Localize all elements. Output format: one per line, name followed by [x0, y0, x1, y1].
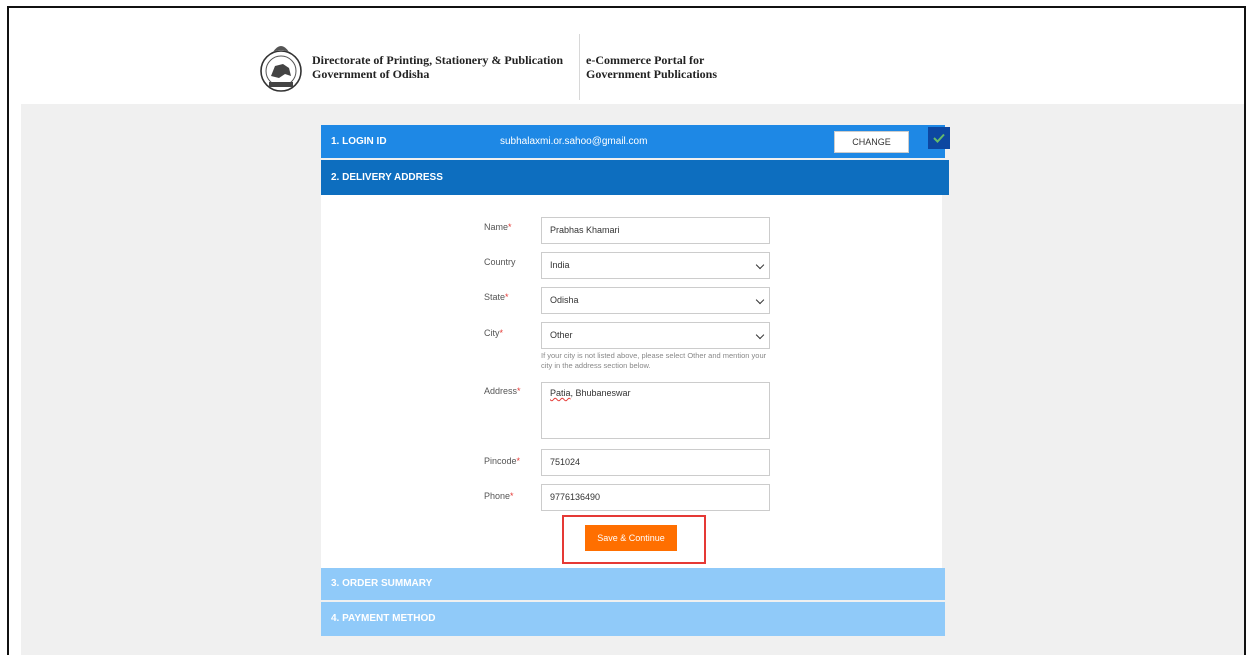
chevron-down-icon: [755, 330, 765, 340]
city-value: Other: [550, 330, 573, 340]
required-mark: *: [505, 292, 509, 302]
highlight-box: [562, 515, 706, 564]
organization-name: Directorate of Printing, Stationery & Pu…: [312, 53, 563, 81]
address-textarea[interactable]: Patia, Bhubaneswar: [541, 382, 770, 439]
org-title: Directorate of Printing, Stationery & Pu…: [312, 53, 564, 67]
state-label-text: State: [484, 292, 506, 302]
header-divider: [579, 34, 580, 100]
city-label-text: City: [484, 328, 500, 338]
city-label: City*: [484, 328, 503, 338]
step-order-summary-label: 3. ORDER SUMMARY: [331, 578, 433, 589]
change-login-button[interactable]: CHANGE: [834, 131, 909, 153]
pincode-input[interactable]: 751024: [541, 449, 770, 476]
country-label: Country: [484, 257, 516, 267]
country-value: India: [550, 260, 570, 270]
step-delivery-address[interactable]: 2. DELIVERY ADDRESS: [321, 160, 949, 195]
name-input[interactable]: Prabhas Khamari: [541, 217, 770, 244]
address-spellcheck-word: Patia: [550, 388, 571, 398]
required-mark: *: [510, 491, 514, 501]
browser-frame: Directorate of Printing, Stationery & Pu…: [7, 6, 1246, 655]
city-select[interactable]: Other: [541, 322, 770, 349]
state-select[interactable]: Odisha: [541, 287, 770, 314]
site-header: Directorate of Printing, Stationery & Pu…: [9, 8, 1244, 104]
phone-label-text: Phone: [484, 491, 511, 501]
address-label: Address*: [484, 386, 521, 396]
step-payment-label: 4. PAYMENT METHOD: [331, 613, 436, 624]
phone-input[interactable]: 9776136490: [541, 484, 770, 511]
step-payment-method[interactable]: 4. PAYMENT METHOD: [321, 602, 945, 636]
step-delivery-label: 2. DELIVERY ADDRESS: [331, 172, 443, 183]
country-select[interactable]: India: [541, 252, 770, 279]
required-mark: *: [499, 328, 504, 338]
required-mark: *: [517, 386, 521, 396]
address-value-rest: , Bhubaneswar: [570, 388, 631, 398]
step-order-summary[interactable]: 3. ORDER SUMMARY: [321, 568, 945, 600]
name-label: Name*: [484, 222, 512, 232]
odisha-emblem-icon: [260, 46, 302, 92]
chevron-down-icon: [755, 260, 765, 270]
chevron-down-icon: [755, 295, 765, 305]
phone-label: Phone*: [484, 491, 514, 501]
required-mark: *: [516, 456, 521, 466]
state-value: Odisha: [550, 295, 579, 305]
portal-title: e-Commerce Portal for: [586, 53, 705, 67]
pincode-label: Pincode*: [484, 456, 520, 466]
pincode-label-text: Pincode: [484, 456, 517, 466]
org-subtitle: Government of Odisha: [312, 67, 430, 81]
required-mark: *: [508, 222, 512, 232]
address-label-text: Address: [484, 386, 518, 396]
city-hint: If your city is not listed above, please…: [541, 351, 767, 370]
step-login-label: 1. LOGIN ID: [331, 136, 387, 147]
check-icon: [928, 127, 950, 149]
portal-subtitle: Government Publications: [586, 67, 717, 81]
name-label-text: Name: [484, 222, 509, 232]
portal-name: e-Commerce Portal for Government Publica…: [586, 53, 717, 81]
state-label: State*: [484, 292, 509, 302]
login-email: subhalaxmi.or.sahoo@gmail.com: [500, 136, 648, 147]
